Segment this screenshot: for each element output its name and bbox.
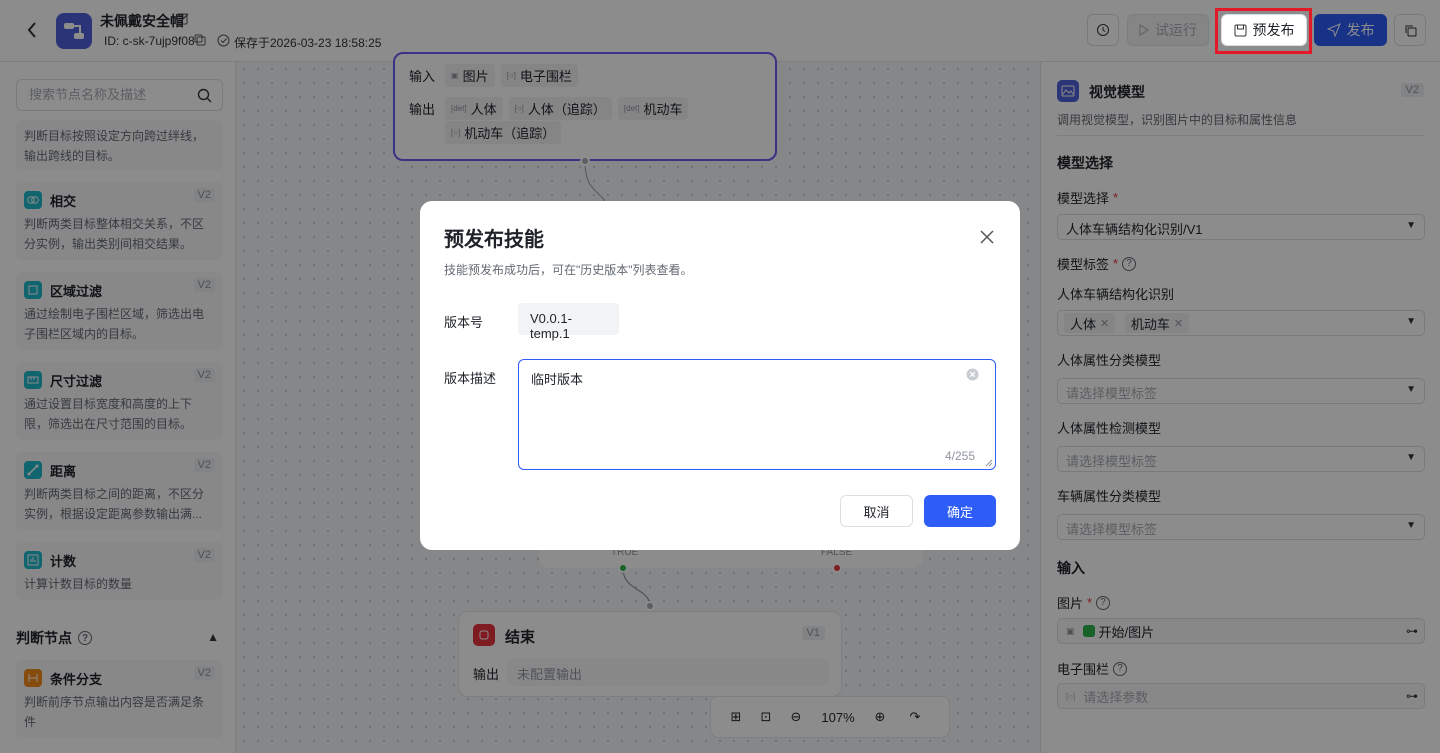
close-icon[interactable] [978,228,996,246]
description-label: 版本描述 [444,371,497,386]
version-value: V0.0.1-temp.1 [518,303,619,341]
resize-grip-icon[interactable] [985,459,993,467]
dialog-hint: 技能预发布成功后，可在"历史版本"列表查看。 [444,263,693,277]
description-textarea[interactable] [531,369,961,449]
confirm-button[interactable]: 确定 [924,495,996,527]
highlight-box-overlay [1215,8,1312,54]
char-count: 4/255 [944,449,975,463]
clear-icon[interactable] [966,368,979,381]
version-label: 版本号 [444,315,484,330]
dialog-title: 预发布技能 [444,229,544,251]
description-field[interactable]: 4/255 [518,359,996,470]
prepublish-dialog: 预发布技能 技能预发布成功后，可在"历史版本"列表查看。 版本号 V0.0.1-… [420,201,1020,550]
cancel-button[interactable]: 取消 [840,495,913,527]
